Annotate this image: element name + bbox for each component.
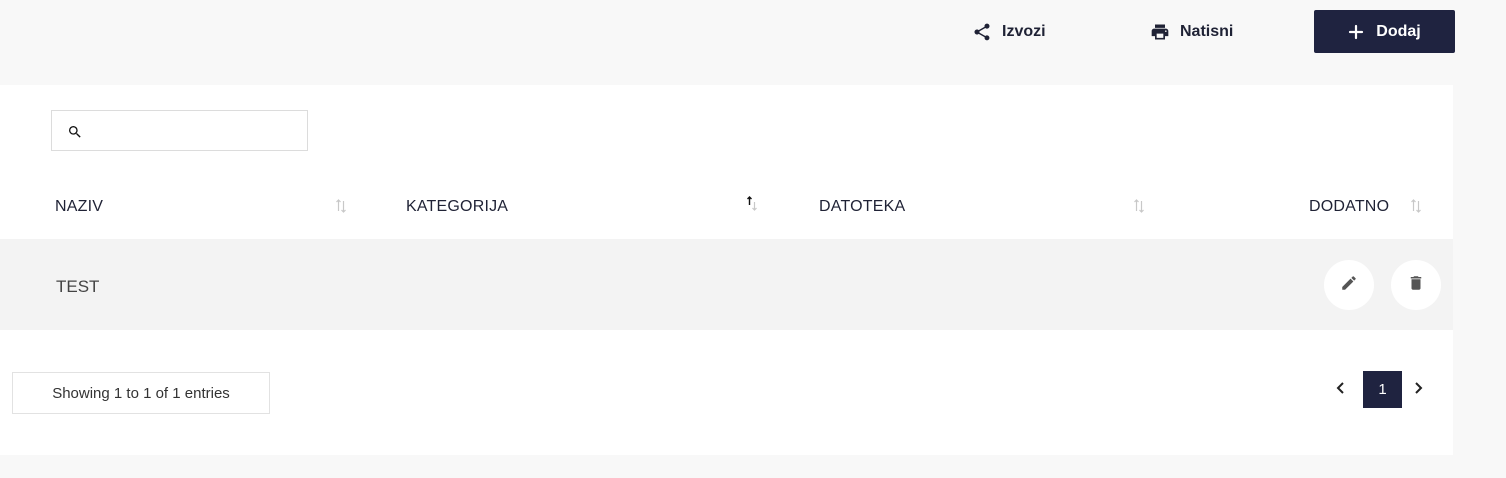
column-header-dodatno[interactable]: DODATNO [1309, 198, 1389, 216]
share-icon [972, 22, 992, 42]
sort-icon[interactable] [1133, 198, 1145, 219]
export-label: Izvozi [1002, 23, 1046, 40]
add-label: Dodaj [1376, 22, 1421, 40]
sort-icon[interactable] [1410, 198, 1422, 219]
print-button[interactable]: Natisni [1150, 20, 1233, 44]
plus-icon [1348, 24, 1364, 40]
sort-ascending-icon[interactable] [746, 195, 758, 216]
printer-icon [1150, 22, 1170, 42]
print-label: Natisni [1180, 23, 1234, 40]
export-button[interactable]: Izvozi [972, 20, 1046, 44]
search-input[interactable] [92, 119, 296, 145]
search-icon [67, 124, 83, 145]
chevron-left-icon[interactable] [1334, 381, 1348, 400]
column-header-naziv[interactable]: NAZIV [55, 198, 103, 216]
column-header-datoteka[interactable]: DATOTEKA [819, 198, 905, 216]
toolbar: Izvozi Natisni Dodaj [0, 0, 1506, 84]
edit-button[interactable] [1324, 260, 1374, 310]
table-card: NAZIV KATEGORIJA DATOTEKA DODATNO TEST S… [0, 85, 1453, 455]
sort-icon[interactable] [335, 198, 347, 219]
search-box [51, 110, 308, 151]
trash-icon [1407, 274, 1425, 297]
page-button-current[interactable]: 1 [1363, 371, 1402, 408]
add-button[interactable]: Dodaj [1314, 10, 1455, 53]
entries-info: Showing 1 to 1 of 1 entries [12, 372, 270, 414]
pencil-icon [1340, 274, 1358, 297]
delete-button[interactable] [1391, 260, 1441, 310]
column-header-kategorija[interactable]: KATEGORIJA [406, 198, 508, 216]
cell-naziv: TEST [56, 277, 100, 296]
chevron-right-icon[interactable] [1411, 381, 1425, 400]
table-row: TEST [0, 239, 1453, 330]
